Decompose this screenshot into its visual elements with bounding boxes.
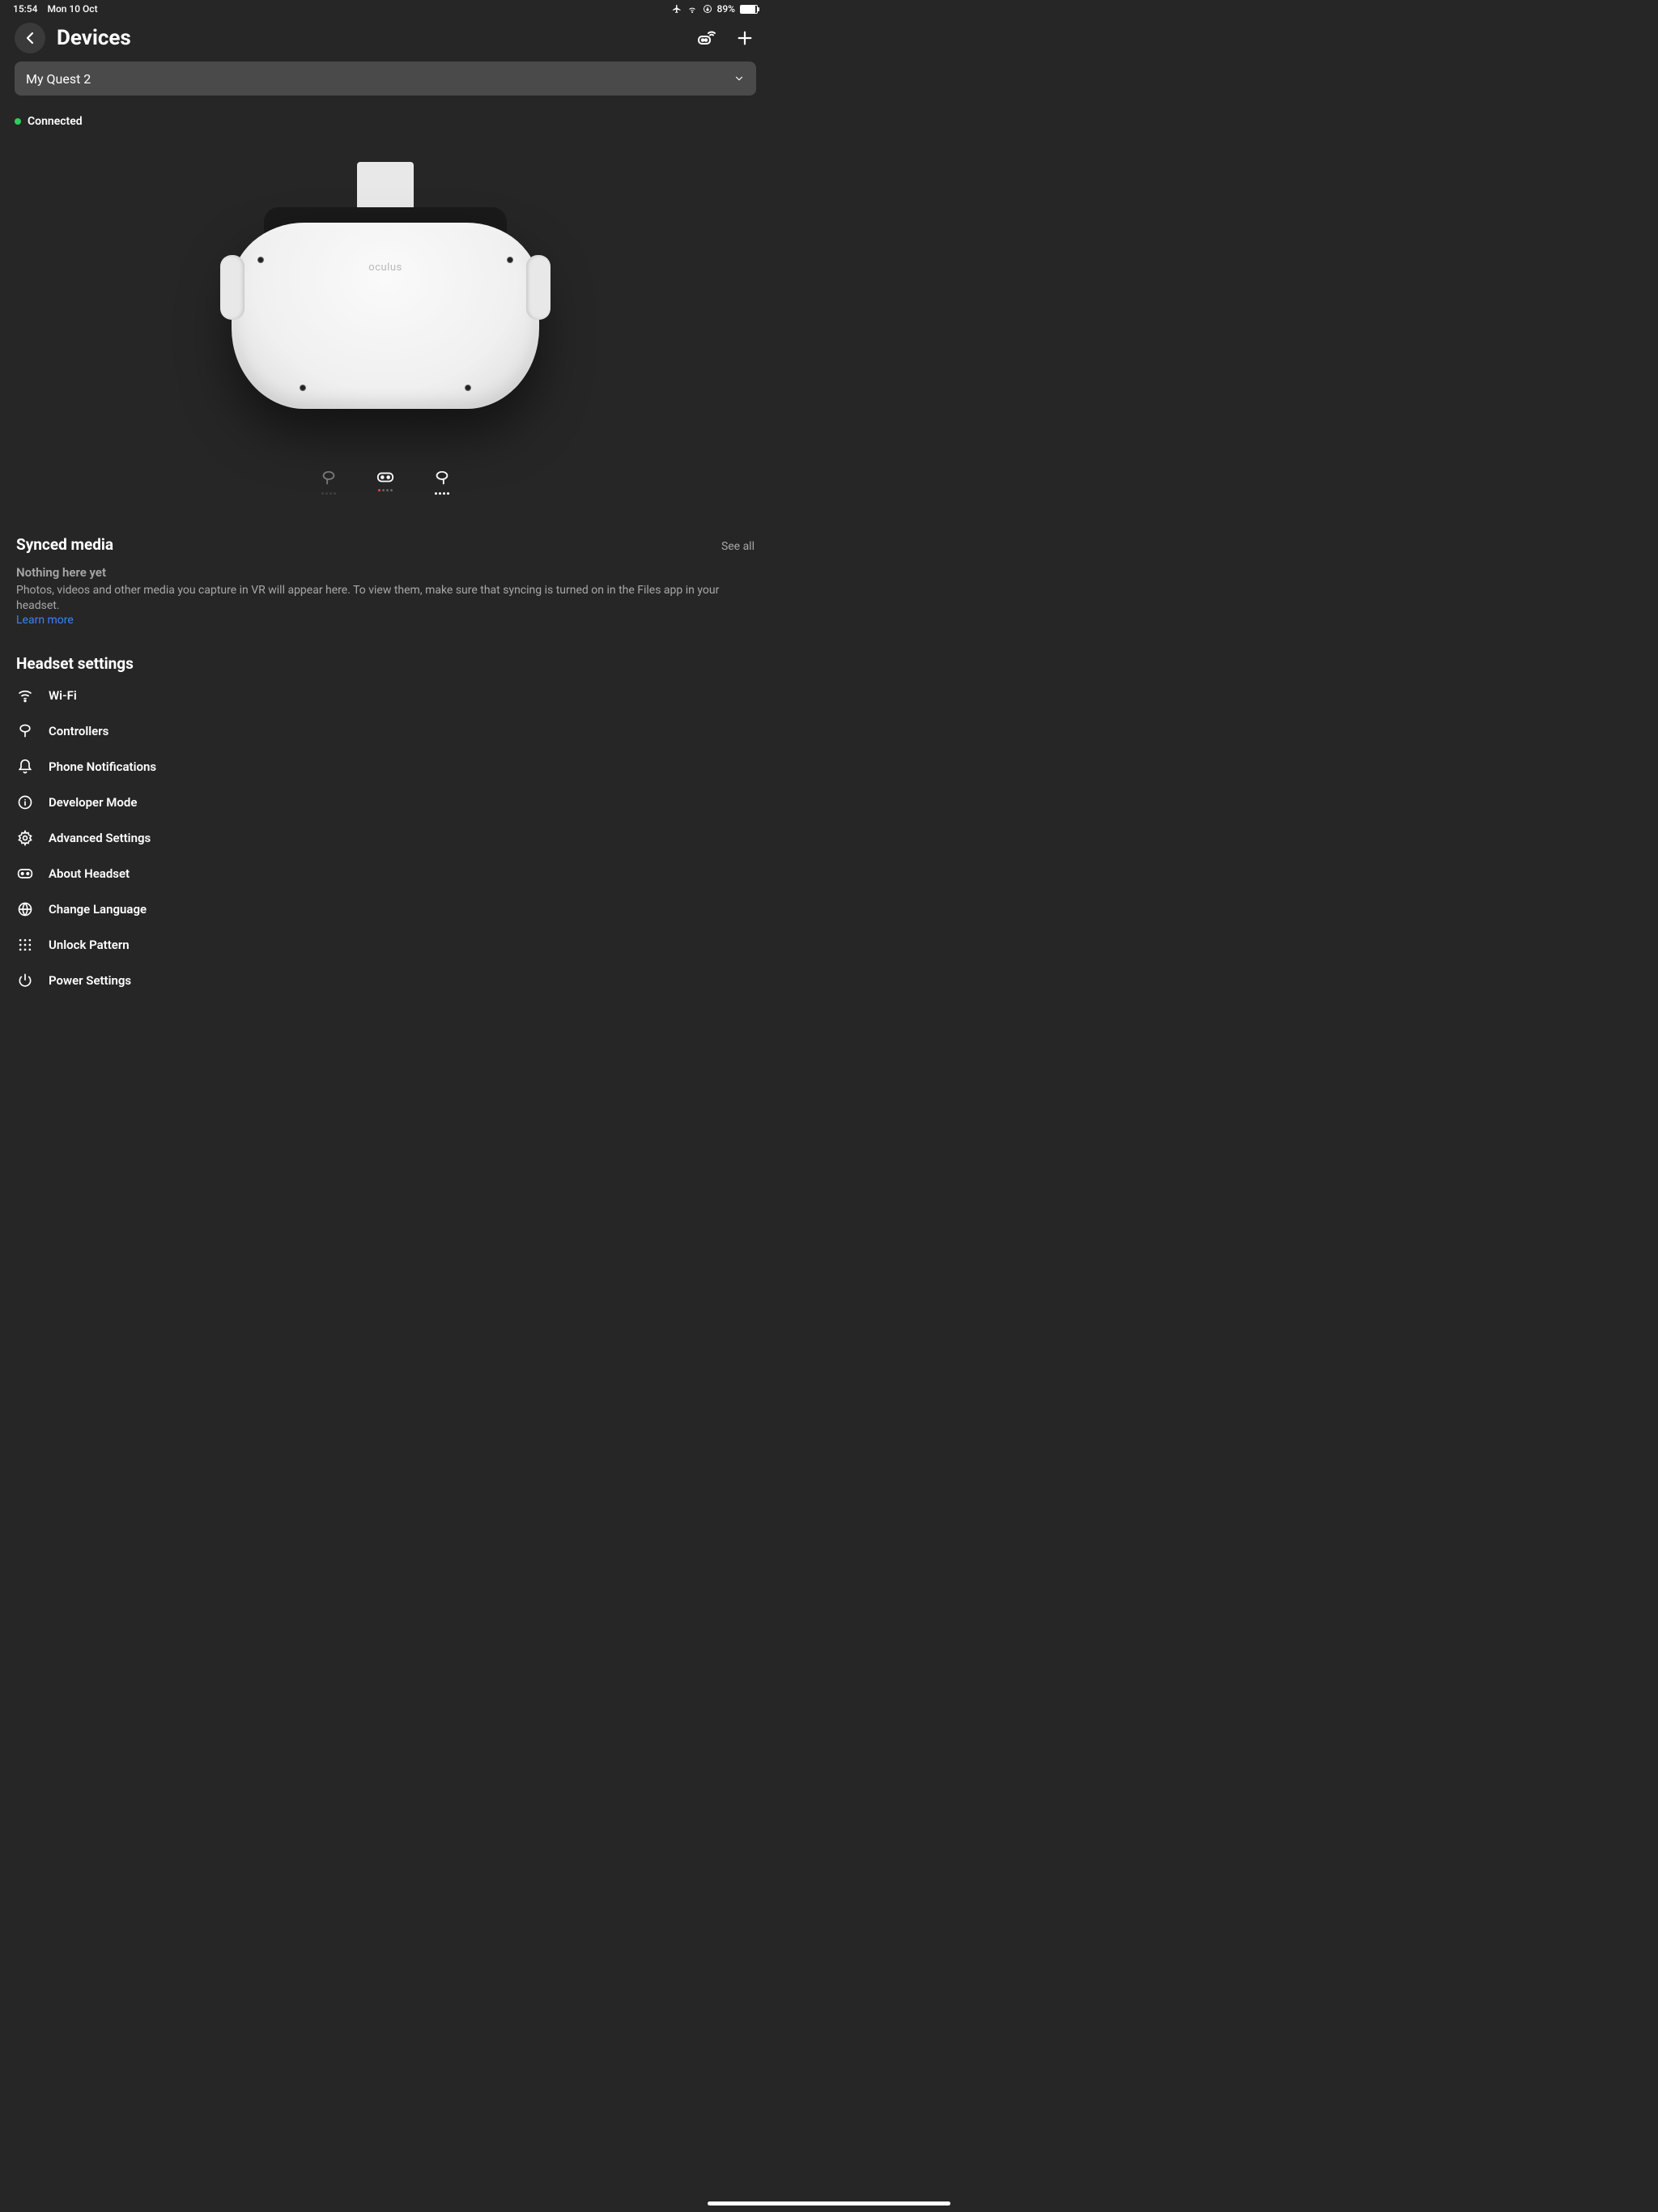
add-device-button[interactable] (733, 27, 756, 49)
home-indicator[interactable] (708, 2201, 950, 2206)
headset-battery-status[interactable] (376, 470, 394, 495)
settings-item-label: Advanced Settings (49, 831, 151, 845)
settings-item-power-settings[interactable]: Power Settings (16, 963, 755, 998)
settings-item-change-language[interactable]: Change Language (16, 891, 755, 927)
headset-image: oculus (0, 138, 771, 445)
device-selector[interactable]: My Quest 2 (15, 62, 756, 96)
pattern-icon (16, 936, 34, 954)
settings-item-about-headset[interactable]: About Headset (16, 856, 755, 891)
settings-item-label: Controllers (49, 724, 108, 738)
battery-icon (740, 5, 758, 14)
synced-media-title: Synced media (16, 535, 113, 554)
connection-status: Connected (0, 96, 771, 138)
settings-item-unlock-pattern[interactable]: Unlock Pattern (16, 927, 755, 963)
right-controller-status[interactable] (433, 470, 451, 495)
settings-item-label: Unlock Pattern (49, 938, 130, 952)
synced-media-see-all[interactable]: See all (721, 540, 755, 553)
settings-item-label: About Headset (49, 866, 130, 881)
synced-media-empty-title: Nothing here yet (16, 565, 755, 580)
cast-button[interactable] (695, 27, 717, 49)
connection-status-label: Connected (28, 115, 83, 128)
chevron-down-icon (733, 73, 745, 84)
settings-item-phone-notifications[interactable]: Phone Notifications (16, 749, 755, 785)
device-selector-label: My Quest 2 (26, 71, 91, 87)
headset-settings-section: Headset settings Wi-Fi Controllers Phone… (0, 646, 771, 998)
bell-icon (16, 758, 34, 776)
info-icon (16, 793, 34, 811)
headset-brand-label: oculus (232, 262, 539, 274)
status-date: Mon 10 Oct (47, 3, 97, 15)
status-time: 15:54 (13, 3, 37, 15)
orientation-lock-icon (703, 4, 712, 14)
headset-settings-title: Headset settings (16, 654, 134, 673)
settings-item-label: Change Language (49, 902, 147, 917)
settings-item-label: Power Settings (49, 973, 131, 988)
synced-media-learn-more[interactable]: Learn more (16, 614, 755, 627)
back-button[interactable] (15, 23, 45, 53)
left-controller-status[interactable] (320, 470, 338, 495)
page-title: Devices (57, 26, 683, 50)
settings-item-label: Wi-Fi (49, 688, 77, 703)
settings-item-advanced-settings[interactable]: Advanced Settings (16, 820, 755, 856)
status-bar: 15:54 Mon 10 Oct 89% (0, 0, 771, 18)
synced-media-empty-desc: Photos, videos and other media you captu… (16, 583, 755, 614)
settings-item-controllers[interactable]: Controllers (16, 713, 755, 749)
battery-percent: 89% (717, 3, 735, 15)
power-icon (16, 972, 34, 989)
page-header: Devices (0, 18, 771, 62)
wifi-icon (16, 687, 34, 704)
gear-icon (16, 829, 34, 847)
controller-status-row (0, 445, 771, 527)
settings-item-developer-mode[interactable]: Developer Mode (16, 785, 755, 820)
settings-item-label: Developer Mode (49, 795, 137, 810)
controller-icon (16, 722, 34, 740)
settings-item-wifi[interactable]: Wi-Fi (16, 678, 755, 713)
headset-icon (16, 865, 34, 883)
synced-media-section: Synced media See all Nothing here yet Ph… (0, 527, 771, 627)
status-dot-icon (15, 118, 21, 125)
globe-icon (16, 900, 34, 918)
settings-item-label: Phone Notifications (49, 759, 156, 774)
wifi-icon (687, 4, 698, 14)
airplane-mode-icon (672, 4, 682, 14)
